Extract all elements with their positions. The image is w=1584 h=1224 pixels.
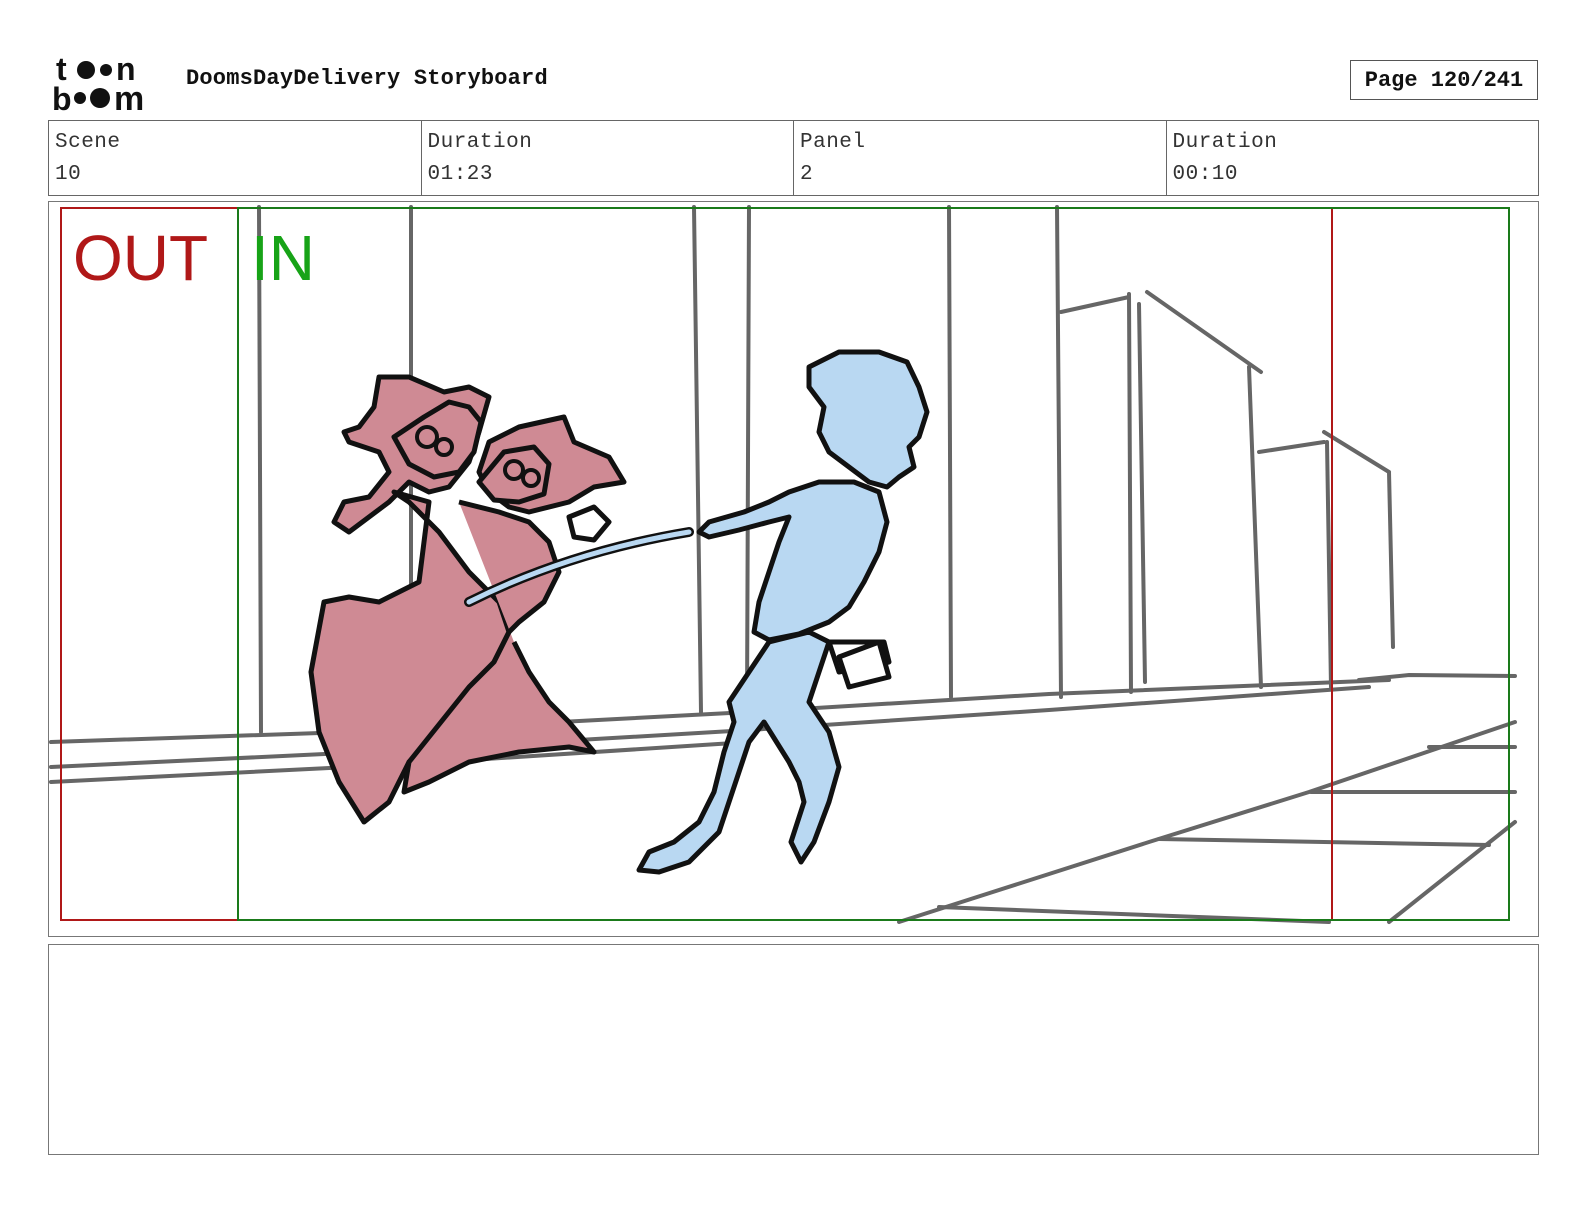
scene-value: 10 (55, 163, 82, 186)
panel-label: Panel (800, 131, 866, 154)
scene-cell: Scene 10 (49, 121, 422, 195)
panel-cell: Panel 2 (794, 121, 1167, 195)
toon-boom-logo: t n b m (52, 51, 144, 112)
panel-value: 2 (800, 163, 814, 186)
panel-duration-label: Duration (1172, 131, 1278, 154)
panel-drawing (49, 205, 1517, 924)
panel-duration-value: 00:10 (1172, 163, 1239, 186)
scene-duration-cell: Duration 01:23 (422, 121, 794, 195)
out-label: OUT (73, 222, 209, 294)
delivery-courier-sketch (636, 349, 930, 875)
svg-text:m: m (114, 80, 144, 112)
scene-info-table: Scene 10 Duration 01:23 Panel 2 Duration… (48, 120, 1539, 196)
scene-duration-label: Duration (427, 131, 533, 154)
scene-label: Scene (55, 131, 121, 154)
page-number: Page 120/241 (1350, 60, 1538, 100)
scene-duration-value: 01:23 (427, 163, 494, 186)
panel-duration-cell: Duration 00:10 (1167, 121, 1539, 195)
svg-text:b: b (52, 81, 72, 112)
document-title: DoomsDayDelivery Storyboard (186, 66, 548, 91)
in-label: IN (251, 222, 315, 294)
storyboard-panel: OUT IN (48, 201, 1539, 937)
panel-notes-box (48, 944, 1539, 1155)
